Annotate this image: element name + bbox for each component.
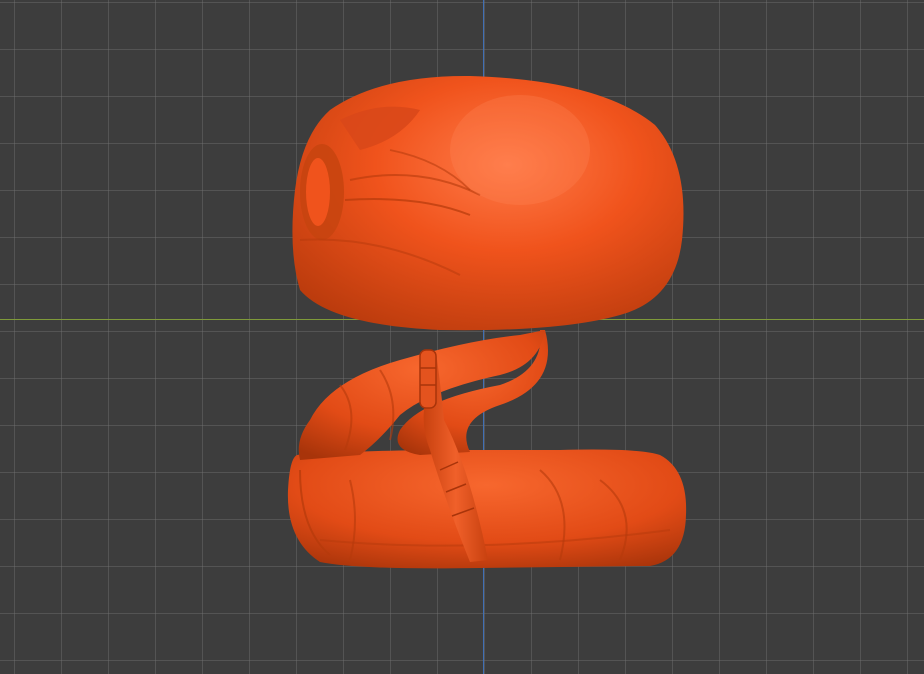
snake-sculpt-model[interactable] <box>0 0 924 674</box>
snake-coil-base <box>287 449 687 569</box>
3d-viewport[interactable] <box>0 0 924 674</box>
snake-head <box>292 75 684 331</box>
